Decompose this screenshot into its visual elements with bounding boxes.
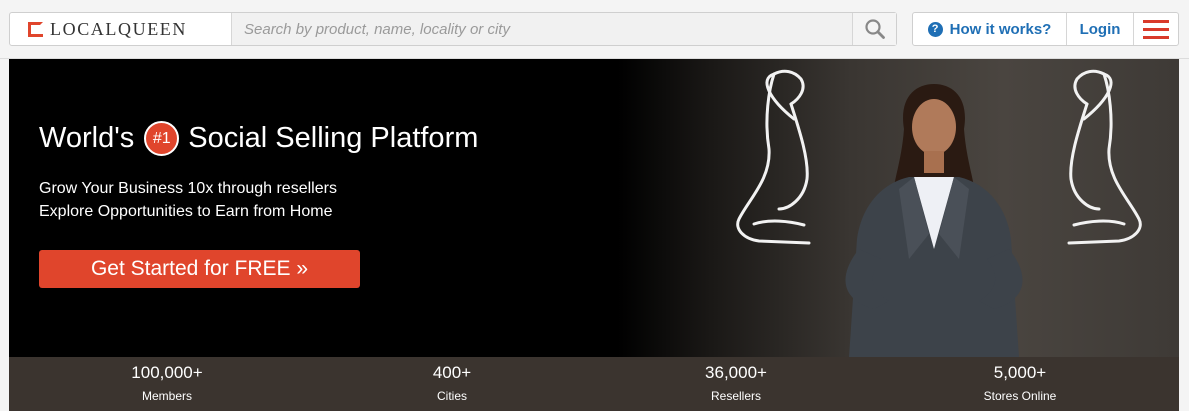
- hero-headline: World's #1 Social Selling Platform: [39, 121, 478, 156]
- stat-value: 100,000+: [131, 363, 203, 382]
- how-it-works-button[interactable]: ? How it works?: [913, 13, 1067, 45]
- stats-bar: 100,000+ Members 400+ Cities 36,000+ Res…: [9, 357, 1179, 411]
- search-input[interactable]: [232, 13, 852, 45]
- number-one-badge: #1: [144, 121, 180, 156]
- stat-label: Cities: [436, 389, 467, 403]
- stat-cities: 400+ Cities: [352, 363, 552, 403]
- hero-banner: World's #1 Social Selling Platform Grow …: [9, 59, 1179, 357]
- headline-text-start: World's: [39, 122, 135, 154]
- login-button[interactable]: Login: [1067, 13, 1134, 45]
- logo-text: LOCALQUEEN: [50, 18, 187, 39]
- hero-subtitle-2: Explore Opportunities to Earn from Home: [39, 203, 333, 220]
- stat-stores-online: 5,000+ Stores Online: [920, 363, 1120, 403]
- page-gutter-right: [1179, 59, 1189, 411]
- hero-woman-illustration: [736, 69, 1142, 357]
- hamburger-menu-icon[interactable]: [1134, 13, 1178, 45]
- nav-group: ? How it works? Login: [912, 12, 1179, 46]
- get-started-button[interactable]: Get Started for FREE »: [39, 250, 360, 288]
- help-circle-icon: ?: [927, 21, 943, 37]
- search-bar: LOCALQUEEN: [9, 12, 897, 46]
- stat-members: 100,000+ Members: [67, 363, 267, 403]
- stat-resellers: 36,000+ Resellers: [636, 363, 836, 403]
- stat-value: 36,000+: [705, 363, 767, 382]
- stat-label: Stores Online: [983, 389, 1057, 403]
- search-icon: [864, 19, 885, 39]
- page-gutter-left: [0, 59, 9, 411]
- search-button[interactable]: [852, 13, 896, 45]
- stat-value: 400+: [432, 363, 472, 382]
- headline-text-end: Social Selling Platform: [188, 122, 479, 154]
- stat-value: 5,000+: [993, 363, 1047, 382]
- how-it-works-label: How it works?: [949, 20, 1052, 38]
- hero-subtitle-1: Grow Your Business 10x through resellers: [39, 180, 337, 197]
- logo[interactable]: LOCALQUEEN: [10, 13, 232, 45]
- logo-mark-icon: [28, 21, 43, 37]
- stat-label: Resellers: [710, 389, 761, 403]
- stat-label: Members: [141, 389, 192, 403]
- top-bar: LOCALQUEEN ? How it works? Login: [0, 0, 1189, 59]
